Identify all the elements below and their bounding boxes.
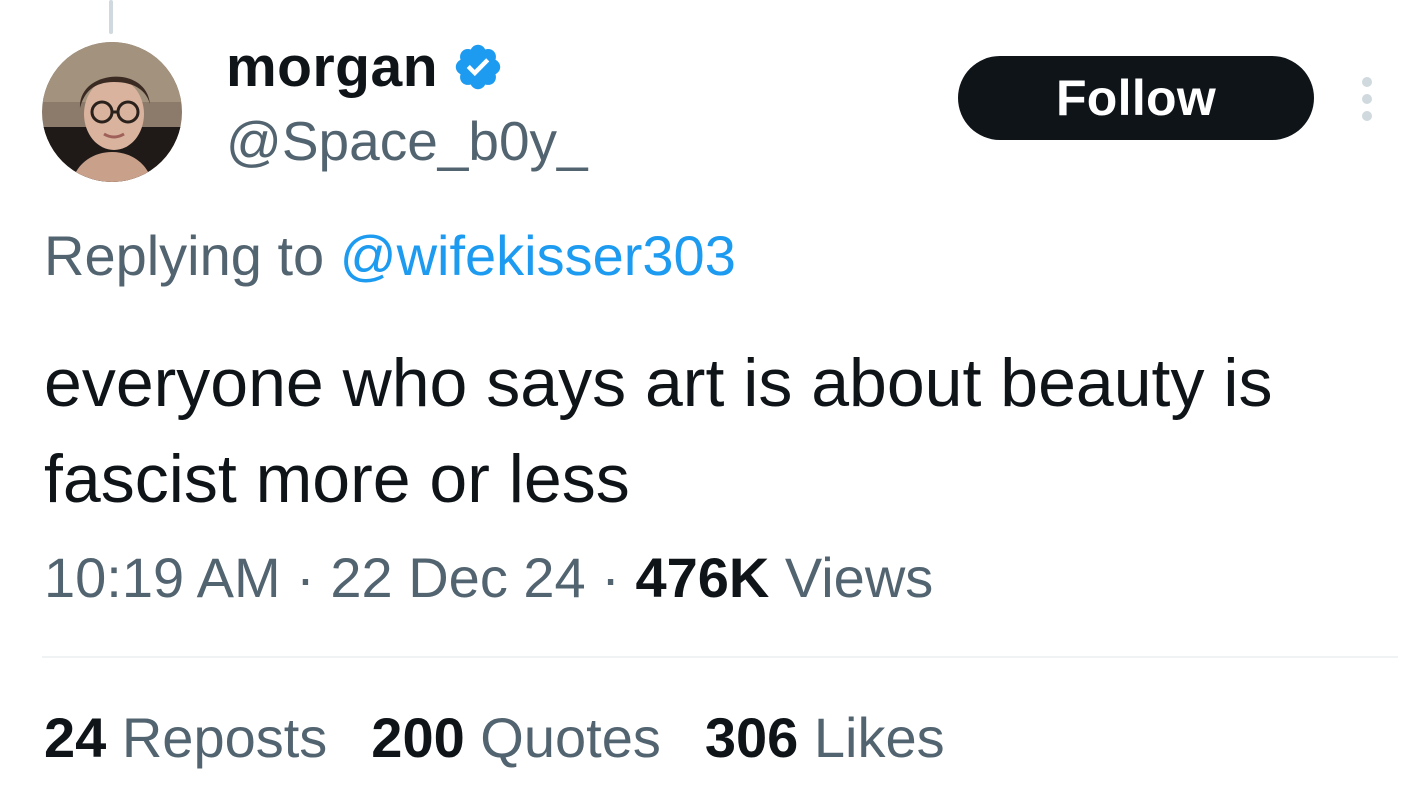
avatar[interactable] — [42, 42, 182, 182]
avatar-photo — [42, 42, 182, 182]
tweet-text-line-2: fascist more or less — [44, 441, 630, 517]
quotes-stat[interactable]: 200 Quotes — [371, 710, 661, 766]
divider — [42, 656, 1398, 658]
reply-mention-link[interactable]: @wifekisser303 — [340, 224, 736, 287]
tweet-meta: 10:19 AM · 22 Dec 24 · 476K Views — [44, 550, 933, 606]
author-name-row[interactable]: morgan — [226, 30, 504, 104]
reposts-count: 24 — [44, 706, 107, 769]
likes-stat[interactable]: 306 Likes — [705, 710, 945, 766]
replying-to-line: Replying to @wifekisser303 — [44, 228, 736, 284]
replying-to-label: Replying to — [44, 224, 325, 287]
tweet-text: everyone who says art is about beauty is… — [44, 335, 1404, 527]
likes-label: Likes — [813, 706, 945, 769]
meta-separator: · — [296, 546, 315, 609]
tweet-time[interactable]: 10:19 AM — [44, 546, 281, 609]
views-label: Views — [784, 546, 934, 609]
views-count: 476K — [635, 546, 770, 609]
follow-button[interactable]: Follow — [958, 56, 1314, 140]
more-options-icon[interactable] — [1352, 74, 1382, 124]
author-handle[interactable]: @Space_b0y_ — [226, 114, 588, 169]
likes-count: 306 — [704, 706, 799, 769]
reposts-label: Reposts — [121, 706, 328, 769]
engagement-stats: 24 Reposts 200 Quotes 306 Likes — [44, 710, 945, 766]
reposts-stat[interactable]: 24 Reposts — [44, 710, 327, 766]
author-display-name[interactable]: morgan — [226, 38, 438, 96]
verified-badge-icon[interactable] — [452, 41, 504, 93]
quotes-count: 200 — [371, 706, 465, 769]
quotes-label: Quotes — [480, 706, 661, 769]
thread-connector-line — [109, 0, 113, 34]
tweet-date[interactable]: 22 Dec 24 — [330, 546, 585, 609]
tweet-text-line-1: everyone who says art is about beauty is — [44, 345, 1273, 421]
meta-separator: · — [601, 546, 620, 609]
